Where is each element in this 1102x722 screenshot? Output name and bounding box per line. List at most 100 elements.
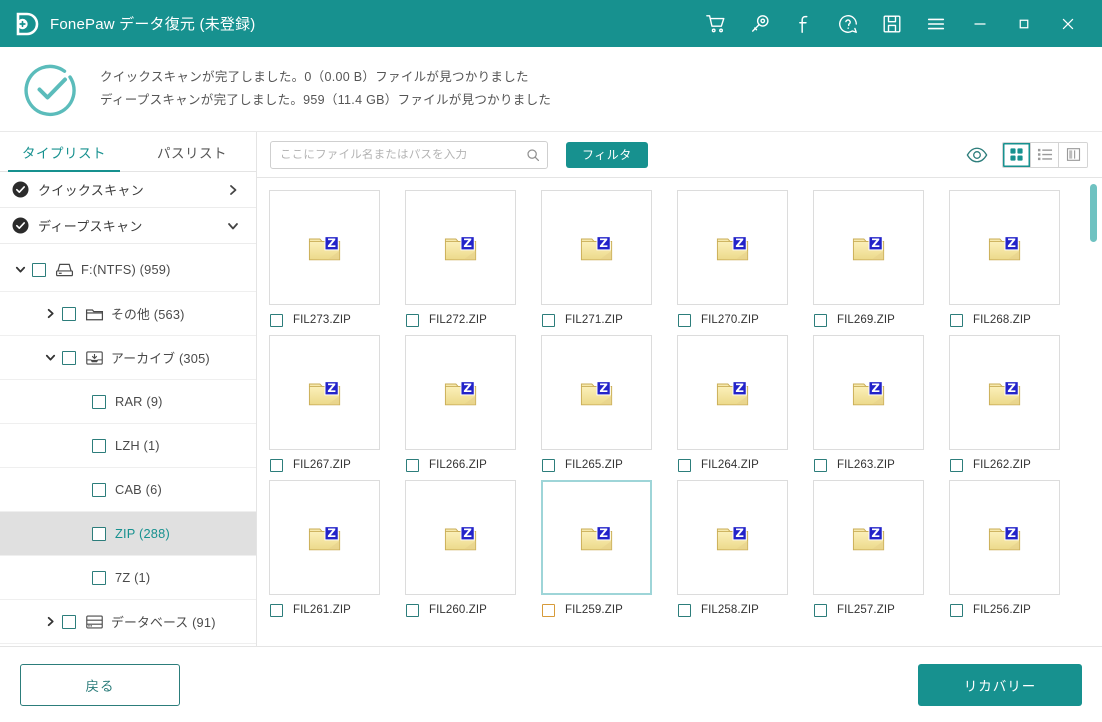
search-box[interactable] — [270, 140, 548, 169]
file-tile-checkbox[interactable] — [950, 603, 963, 617]
zip-folder-icon[interactable]: Z — [677, 190, 788, 305]
tree-row-checkbox[interactable] — [92, 526, 106, 541]
file-tile[interactable]: Z FIL272.ZIP — [403, 190, 539, 335]
eye-icon[interactable] — [966, 146, 988, 164]
scrollbar-thumb[interactable] — [1090, 184, 1097, 242]
tree-row[interactable]: 7Z (1) — [0, 556, 256, 600]
chevron-down-icon[interactable] — [226, 219, 240, 233]
tab-type-list[interactable]: タイプリスト — [0, 132, 128, 172]
file-tile-checkbox[interactable] — [678, 603, 691, 617]
grid-view-icon[interactable] — [1003, 142, 1031, 167]
zip-folder-icon[interactable]: Z — [949, 335, 1060, 450]
chevron-down-icon[interactable] — [38, 351, 62, 364]
tree-row-checkbox[interactable] — [92, 394, 106, 409]
zip-folder-icon[interactable]: Z — [949, 190, 1060, 305]
file-tile[interactable]: Z FIL260.ZIP — [403, 480, 539, 625]
tree-row-checkbox[interactable] — [92, 570, 106, 585]
chevron-right-icon[interactable] — [226, 183, 240, 197]
file-tile[interactable]: Z FIL257.ZIP — [811, 480, 947, 625]
file-tile-checkbox[interactable] — [542, 603, 555, 617]
help-icon[interactable] — [826, 0, 870, 47]
file-tile[interactable]: Z FIL267.ZIP — [267, 335, 403, 480]
tree-row-checkbox[interactable] — [32, 262, 46, 277]
file-tile-checkbox[interactable] — [814, 458, 827, 472]
file-tile[interactable]: Z FIL261.ZIP — [267, 480, 403, 625]
file-tile-checkbox[interactable] — [814, 603, 827, 617]
minimize-icon[interactable] — [958, 0, 1002, 47]
file-tile-checkbox[interactable] — [814, 313, 827, 327]
chevron-down-icon[interactable] — [8, 263, 32, 276]
sidebar-item-quick-scan[interactable]: クイックスキャン — [0, 172, 256, 208]
file-tile[interactable]: Z FIL271.ZIP — [539, 190, 675, 335]
file-tile[interactable]: Z FIL258.ZIP — [675, 480, 811, 625]
file-tile-checkbox[interactable] — [542, 313, 555, 327]
zip-folder-icon[interactable]: Z — [541, 190, 652, 305]
list-view-icon[interactable] — [1031, 142, 1059, 167]
chevron-right-icon[interactable] — [38, 615, 62, 628]
tree-row[interactable]: F:(NTFS) (959) — [0, 248, 256, 292]
zip-folder-icon[interactable]: Z — [269, 480, 380, 595]
file-tile-checkbox[interactable] — [406, 603, 419, 617]
recover-button[interactable]: リカバリー — [918, 663, 1082, 706]
tree-row[interactable]: データベース (91) — [0, 600, 256, 644]
file-tile[interactable]: Z FIL269.ZIP — [811, 190, 947, 335]
maximize-icon[interactable] — [1002, 0, 1046, 47]
tree-row[interactable]: LZH (1) — [0, 424, 256, 468]
file-tile[interactable]: Z FIL263.ZIP — [811, 335, 947, 480]
tree-row-checkbox[interactable] — [62, 614, 76, 629]
zip-folder-icon[interactable]: Z — [269, 335, 380, 450]
zip-folder-icon[interactable]: Z — [949, 480, 1060, 595]
file-tile[interactable]: Z FIL259.ZIP — [539, 480, 675, 625]
save-icon[interactable] — [870, 0, 914, 47]
filter-button[interactable]: フィルタ — [566, 141, 648, 168]
file-tile[interactable]: Z FIL270.ZIP — [675, 190, 811, 335]
sidebar-item-deep-scan[interactable]: ディープスキャン — [0, 208, 256, 244]
file-tile[interactable]: Z FIL262.ZIP — [947, 335, 1083, 480]
file-tile[interactable]: Z FIL264.ZIP — [675, 335, 811, 480]
back-button[interactable]: 戻る — [20, 663, 180, 706]
file-tile-checkbox[interactable] — [542, 458, 555, 472]
file-tile-checkbox[interactable] — [950, 458, 963, 472]
zip-folder-icon[interactable]: Z — [541, 480, 652, 595]
tree-row[interactable]: アーカイブ (305) — [0, 336, 256, 380]
chevron-right-icon[interactable] — [38, 307, 62, 320]
file-tile-checkbox[interactable] — [678, 458, 691, 472]
file-tile-checkbox[interactable] — [950, 313, 963, 327]
zip-folder-icon[interactable]: Z — [677, 480, 788, 595]
tree-row-checkbox[interactable] — [92, 438, 106, 453]
file-tile[interactable]: Z FIL273.ZIP — [267, 190, 403, 335]
file-tile-checkbox[interactable] — [406, 458, 419, 472]
tree-row-checkbox[interactable] — [92, 482, 106, 497]
zip-folder-icon[interactable]: Z — [677, 335, 788, 450]
key-icon[interactable] — [738, 0, 782, 47]
zip-folder-icon[interactable]: Z — [813, 335, 924, 450]
zip-folder-icon[interactable]: Z — [813, 190, 924, 305]
cart-icon[interactable] — [694, 0, 738, 47]
file-tile-checkbox[interactable] — [270, 313, 283, 327]
file-tile-checkbox[interactable] — [406, 313, 419, 327]
zip-folder-icon[interactable]: Z — [269, 190, 380, 305]
zip-folder-icon[interactable]: Z — [541, 335, 652, 450]
tree-row-checkbox[interactable] — [62, 306, 76, 321]
file-tile-checkbox[interactable] — [270, 458, 283, 472]
zip-folder-icon[interactable]: Z — [405, 190, 516, 305]
file-grid-scrollbar[interactable] — [1090, 184, 1097, 626]
zip-folder-icon[interactable]: Z — [405, 335, 516, 450]
tree-row[interactable]: その他 (563) — [0, 292, 256, 336]
tab-path-list[interactable]: パスリスト — [128, 132, 256, 171]
search-icon[interactable] — [526, 148, 540, 162]
file-tile[interactable]: Z FIL266.ZIP — [403, 335, 539, 480]
search-input[interactable] — [280, 148, 526, 161]
file-tile[interactable]: Z FIL265.ZIP — [539, 335, 675, 480]
file-tile-checkbox[interactable] — [270, 603, 283, 617]
file-tile-checkbox[interactable] — [678, 313, 691, 327]
tree-row[interactable]: ZIP (288) — [0, 512, 256, 556]
zip-folder-icon[interactable]: Z — [405, 480, 516, 595]
tree-row-checkbox[interactable] — [62, 350, 76, 365]
tree-row[interactable]: RAR (9) — [0, 380, 256, 424]
menu-icon[interactable] — [914, 0, 958, 47]
file-tile[interactable]: Z FIL256.ZIP — [947, 480, 1083, 625]
zip-folder-icon[interactable]: Z — [813, 480, 924, 595]
tree-row[interactable]: CAB (6) — [0, 468, 256, 512]
close-icon[interactable] — [1046, 0, 1090, 47]
